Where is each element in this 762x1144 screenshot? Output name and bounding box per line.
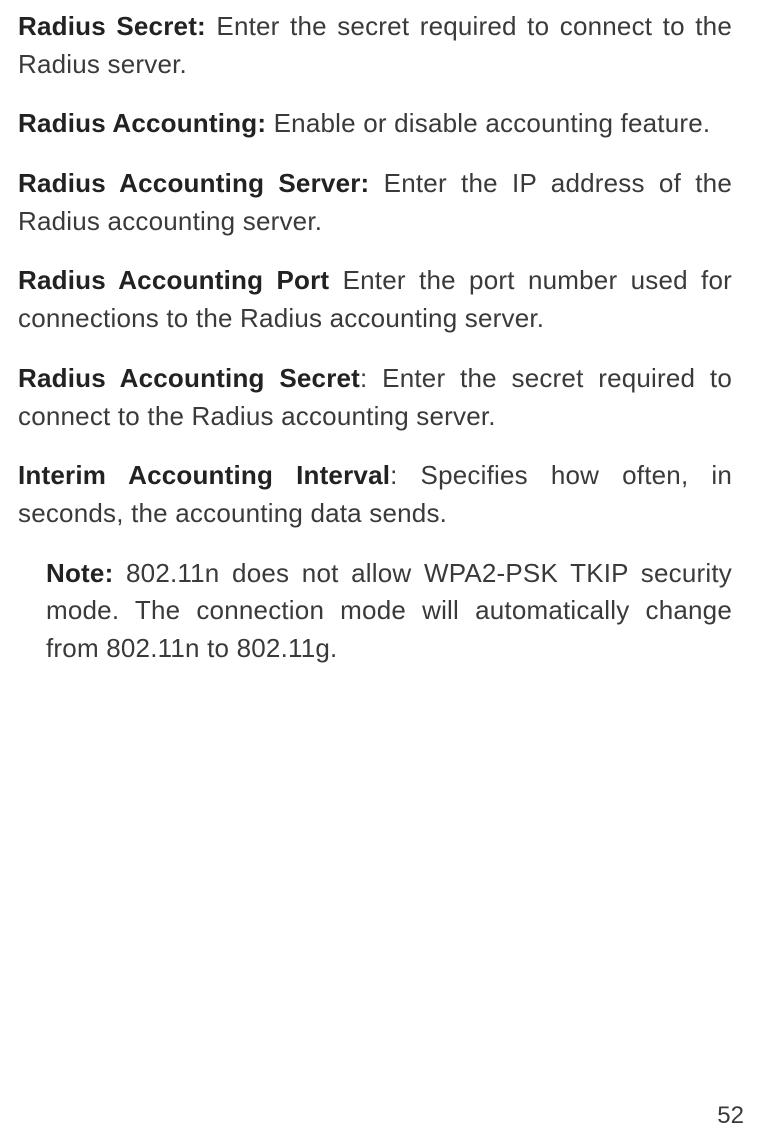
term-label: Radius Accounting Secret (18, 363, 360, 393)
page-number: 52 (717, 1102, 744, 1130)
term-description: Enable or disable accounting feature. (266, 108, 710, 138)
note-block: Note: 802.11n does not allow WPA2-PSK TK… (18, 555, 732, 668)
definition-entry: Radius Accounting Secret: Enter the secr… (18, 360, 732, 435)
definition-entry: Interim Accounting Interval: Specifies h… (18, 457, 732, 532)
term-label: Radius Accounting Server: (18, 168, 369, 198)
definition-entry: Radius Secret: Enter the secret required… (18, 8, 732, 83)
term-label: Radius Secret: (18, 11, 206, 41)
note-label: Note: (46, 558, 113, 588)
term-label: Interim Accounting Interval (18, 460, 390, 490)
note-description: 802.11n does not allow WPA2-PSK TKIP sec… (46, 558, 732, 663)
definition-entry: Radius Accounting: Enable or disable acc… (18, 105, 732, 143)
definition-entry: Radius Accounting Port Enter the port nu… (18, 262, 732, 337)
term-label: Radius Accounting: (18, 108, 266, 138)
term-label: Radius Accounting Port (18, 265, 329, 295)
definition-entry: Radius Accounting Server: Enter the IP a… (18, 165, 732, 240)
document-page: Radius Secret: Enter the secret required… (0, 0, 762, 668)
